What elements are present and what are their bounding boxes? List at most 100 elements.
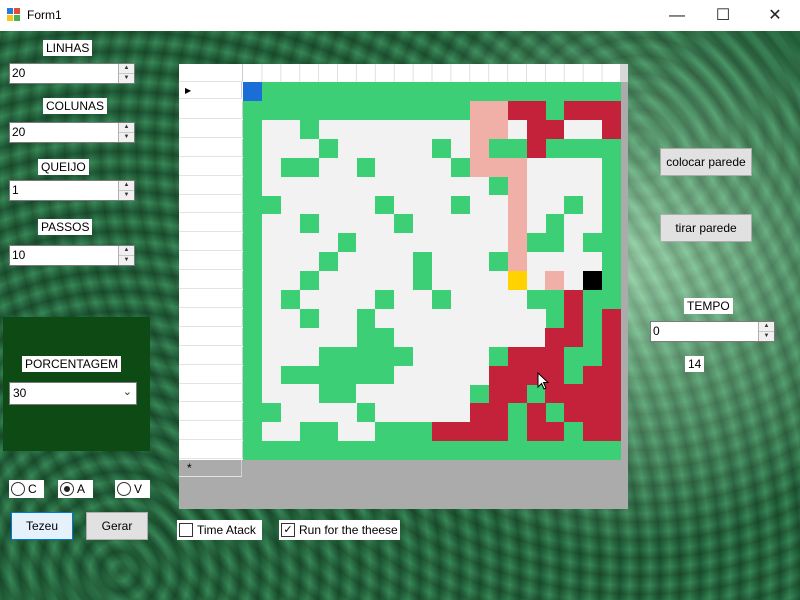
- path-cell[interactable]: [469, 422, 489, 442]
- wall-cell[interactable]: [356, 233, 376, 253]
- spin-down-icon[interactable]: ▼: [119, 256, 134, 265]
- wall-cell[interactable]: [469, 365, 489, 385]
- wall-cell[interactable]: [432, 346, 451, 366]
- wall-cell[interactable]: [280, 346, 300, 366]
- wall-cell[interactable]: [526, 176, 546, 196]
- wall-cell[interactable]: [583, 157, 603, 177]
- wall-cell[interactable]: [299, 138, 319, 158]
- wall-cell[interactable]: [318, 289, 338, 309]
- spin-up-icon[interactable]: ▲: [119, 181, 134, 191]
- wall-cell[interactable]: [394, 252, 414, 272]
- wall-cell[interactable]: [394, 195, 414, 215]
- wall-cell[interactable]: [432, 252, 451, 272]
- path-cell[interactable]: [564, 327, 584, 347]
- wall-cell[interactable]: [432, 176, 451, 196]
- path-cell[interactable]: [507, 365, 527, 385]
- wall-cell[interactable]: [432, 327, 451, 347]
- tempo-spinner[interactable]: ▲ ▼: [758, 322, 774, 341]
- wall-cell[interactable]: [469, 214, 489, 234]
- wall-cell[interactable]: [564, 252, 584, 272]
- tirar-parede-button[interactable]: tirar parede: [660, 214, 752, 242]
- radio-a[interactable]: A: [58, 480, 93, 498]
- wall-cell[interactable]: [413, 195, 433, 215]
- wall-cell[interactable]: [413, 119, 433, 139]
- wall-cell[interactable]: [261, 252, 281, 272]
- wall-cell[interactable]: [583, 252, 603, 272]
- wall-cell[interactable]: [526, 214, 546, 234]
- wall-cell[interactable]: [526, 271, 546, 290]
- wall-cell[interactable]: [261, 233, 281, 253]
- path-cell[interactable]: [507, 384, 527, 404]
- row-header[interactable]: [179, 365, 243, 384]
- colocar-parede-button[interactable]: colocar parede: [660, 148, 752, 176]
- radio-v[interactable]: V: [115, 480, 150, 498]
- path-cell[interactable]: [583, 403, 603, 423]
- wall-cell[interactable]: [318, 308, 338, 328]
- wall-cell[interactable]: [356, 422, 376, 442]
- wall-cell[interactable]: [299, 233, 319, 253]
- path-cell[interactable]: [602, 308, 622, 328]
- path-cell[interactable]: [564, 100, 584, 120]
- path-cell[interactable]: [526, 403, 546, 423]
- wall-cell[interactable]: [413, 138, 433, 158]
- trail-cell[interactable]: [488, 157, 508, 177]
- wall-cell[interactable]: [488, 327, 508, 347]
- wall-cell[interactable]: [375, 176, 395, 196]
- wall-cell[interactable]: [280, 138, 300, 158]
- wall-cell[interactable]: [469, 346, 489, 366]
- wall-cell[interactable]: [261, 308, 281, 328]
- wall-cell[interactable]: [583, 195, 603, 215]
- start-cell[interactable]: [243, 82, 262, 101]
- wall-cell[interactable]: [488, 308, 508, 328]
- wall-cell[interactable]: [432, 308, 451, 328]
- maze-cells[interactable]: [243, 82, 622, 460]
- trail-cell[interactable]: [469, 157, 489, 177]
- wall-cell[interactable]: [469, 289, 489, 309]
- row-header[interactable]: [179, 214, 243, 233]
- wall-cell[interactable]: [394, 176, 414, 196]
- wall-cell[interactable]: [261, 214, 281, 234]
- wall-cell[interactable]: [488, 289, 508, 309]
- wall-cell[interactable]: [280, 271, 300, 290]
- spin-up-icon[interactable]: ▲: [119, 123, 134, 133]
- wall-cell[interactable]: [450, 308, 470, 328]
- wall-cell[interactable]: [564, 176, 584, 196]
- row-header[interactable]: ▶: [179, 82, 242, 99]
- trail-cell[interactable]: [507, 233, 527, 253]
- path-cell[interactable]: [602, 365, 622, 385]
- wall-cell[interactable]: [432, 271, 451, 290]
- wall-cell[interactable]: [375, 119, 395, 139]
- wall-cell[interactable]: [432, 384, 451, 404]
- path-cell[interactable]: [564, 289, 584, 309]
- wall-cell[interactable]: [413, 384, 433, 404]
- spin-up-icon[interactable]: ▲: [119, 246, 134, 256]
- wall-cell[interactable]: [375, 271, 395, 290]
- path-cell[interactable]: [564, 384, 584, 404]
- path-cell[interactable]: [564, 308, 584, 328]
- wall-cell[interactable]: [356, 271, 376, 290]
- wall-cell[interactable]: [450, 289, 470, 309]
- wall-cell[interactable]: [432, 233, 451, 253]
- wall-cell[interactable]: [450, 214, 470, 234]
- wall-cell[interactable]: [356, 289, 376, 309]
- spin-down-icon[interactable]: ▼: [119, 133, 134, 142]
- wall-cell[interactable]: [413, 327, 433, 347]
- wall-cell[interactable]: [413, 346, 433, 366]
- spin-up-icon[interactable]: ▲: [759, 322, 774, 332]
- wall-cell[interactable]: [564, 233, 584, 253]
- wall-cell[interactable]: [432, 119, 451, 139]
- path-cell[interactable]: [583, 100, 603, 120]
- path-cell[interactable]: [526, 119, 546, 139]
- path-cell[interactable]: [450, 422, 470, 442]
- wall-cell[interactable]: [413, 176, 433, 196]
- wall-cell[interactable]: [337, 327, 357, 347]
- wall-cell[interactable]: [432, 214, 451, 234]
- path-cell[interactable]: [602, 346, 622, 366]
- wall-cell[interactable]: [545, 252, 565, 272]
- maximize-button[interactable]: ☐: [700, 0, 746, 31]
- wall-cell[interactable]: [450, 233, 470, 253]
- wall-cell[interactable]: [299, 384, 319, 404]
- wall-cell[interactable]: [564, 157, 584, 177]
- porcentagem-dropdown[interactable]: 30 ⌄: [9, 382, 137, 405]
- wall-cell[interactable]: [413, 214, 433, 234]
